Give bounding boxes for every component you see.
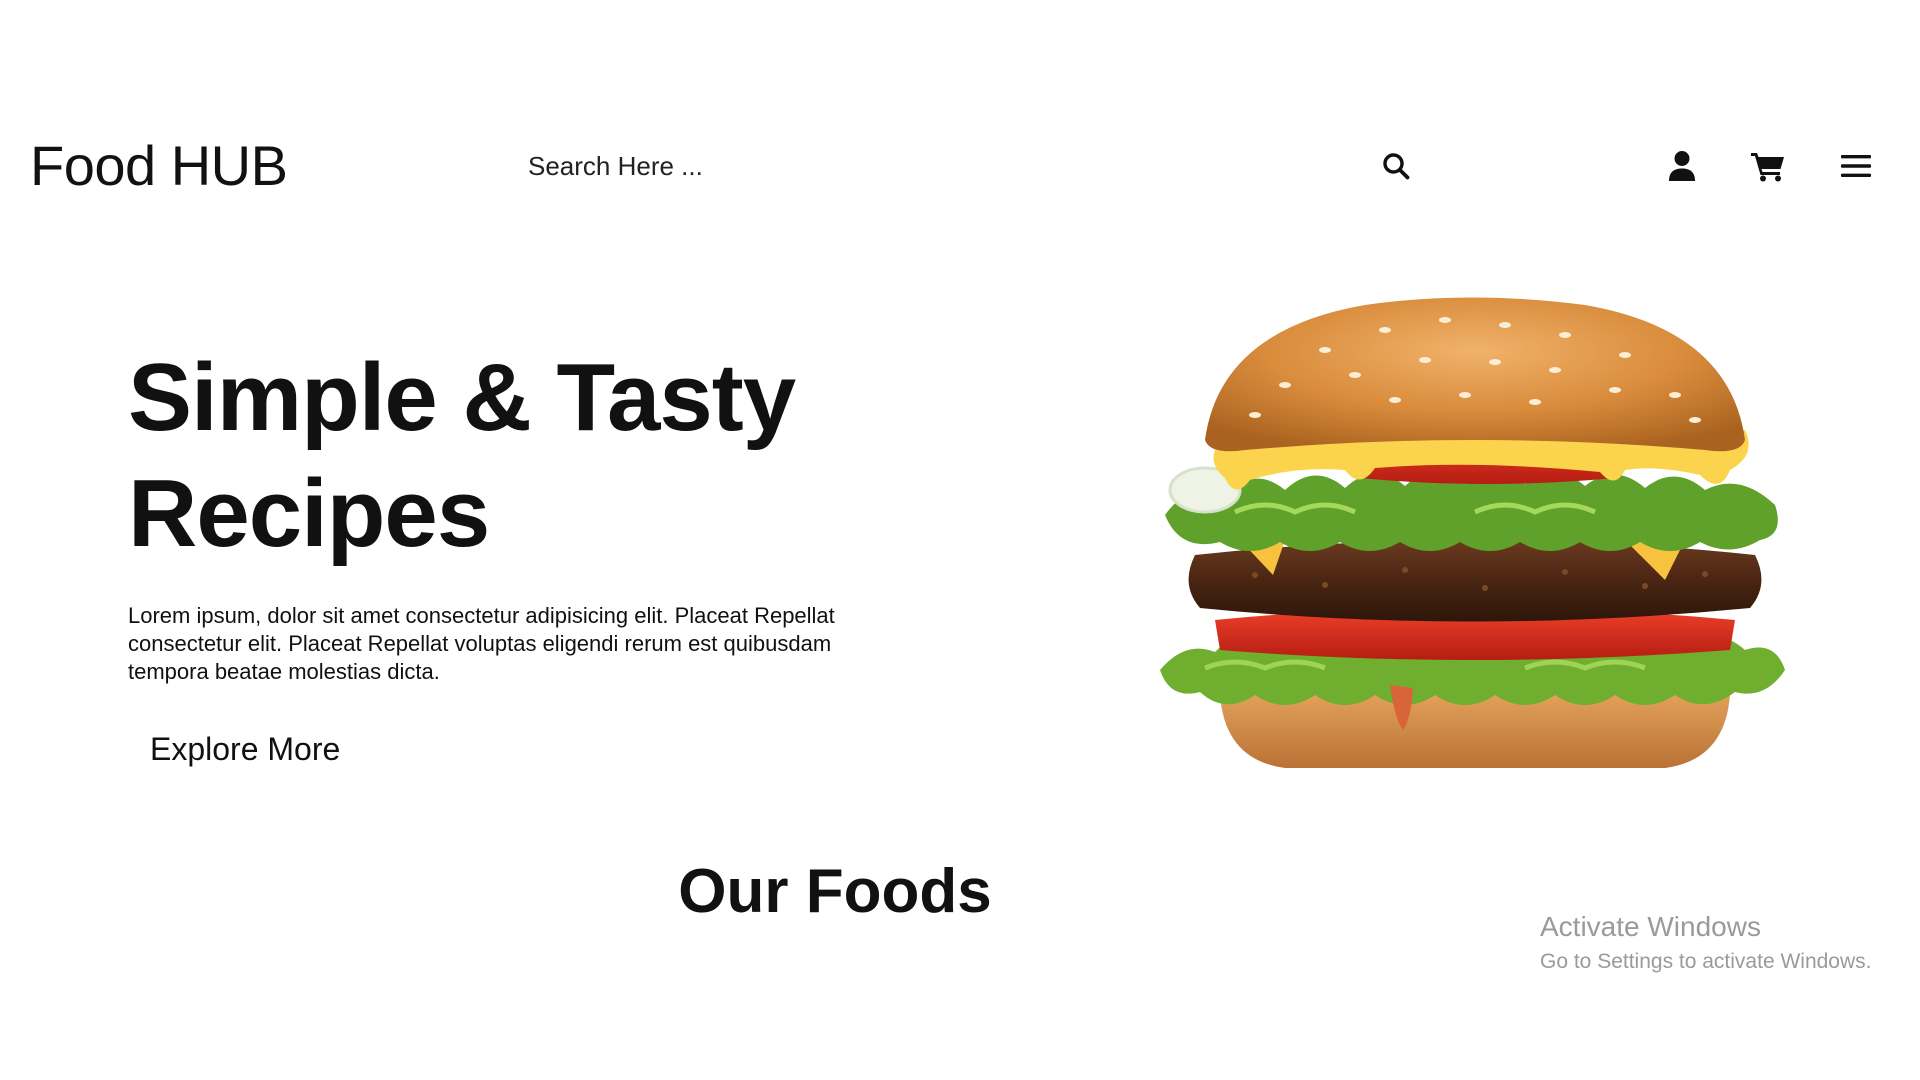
watermark-subtitle: Go to Settings to activate Windows. xyxy=(1540,950,1872,973)
cart-icon xyxy=(1751,153,1784,182)
section-title: Our Foods xyxy=(678,857,992,926)
menu-icon xyxy=(1841,155,1871,177)
page: Food HUB Search Here ... Simple & Tasty … xyxy=(0,0,1920,1080)
watermark-title: Activate Windows xyxy=(1540,911,1761,942)
search-input[interactable] xyxy=(528,146,1348,186)
hero-title: Simple & Tasty Recipes xyxy=(128,340,888,572)
logo[interactable]: Food HUB xyxy=(30,138,288,194)
menu-button[interactable] xyxy=(1834,144,1878,188)
windows-activation-watermark: Activate Windows Go to Settings to activ… xyxy=(1540,910,1872,976)
hero-description: Lorem ipsum, dolor sit amet consectetur … xyxy=(128,603,835,684)
account-button[interactable] xyxy=(1660,144,1704,188)
search-button[interactable] xyxy=(1374,144,1418,188)
site-header: Food HUB xyxy=(0,128,1920,208)
explore-more-button[interactable]: Explore More xyxy=(128,722,362,776)
cart-button[interactable] xyxy=(1746,144,1790,188)
burger-image xyxy=(1160,297,1785,768)
search-icon xyxy=(1383,153,1410,180)
hero-title-line1: Simple & Tasty xyxy=(128,344,796,451)
hero-title-line2: Recipes xyxy=(128,460,490,567)
user-icon xyxy=(1669,151,1695,181)
